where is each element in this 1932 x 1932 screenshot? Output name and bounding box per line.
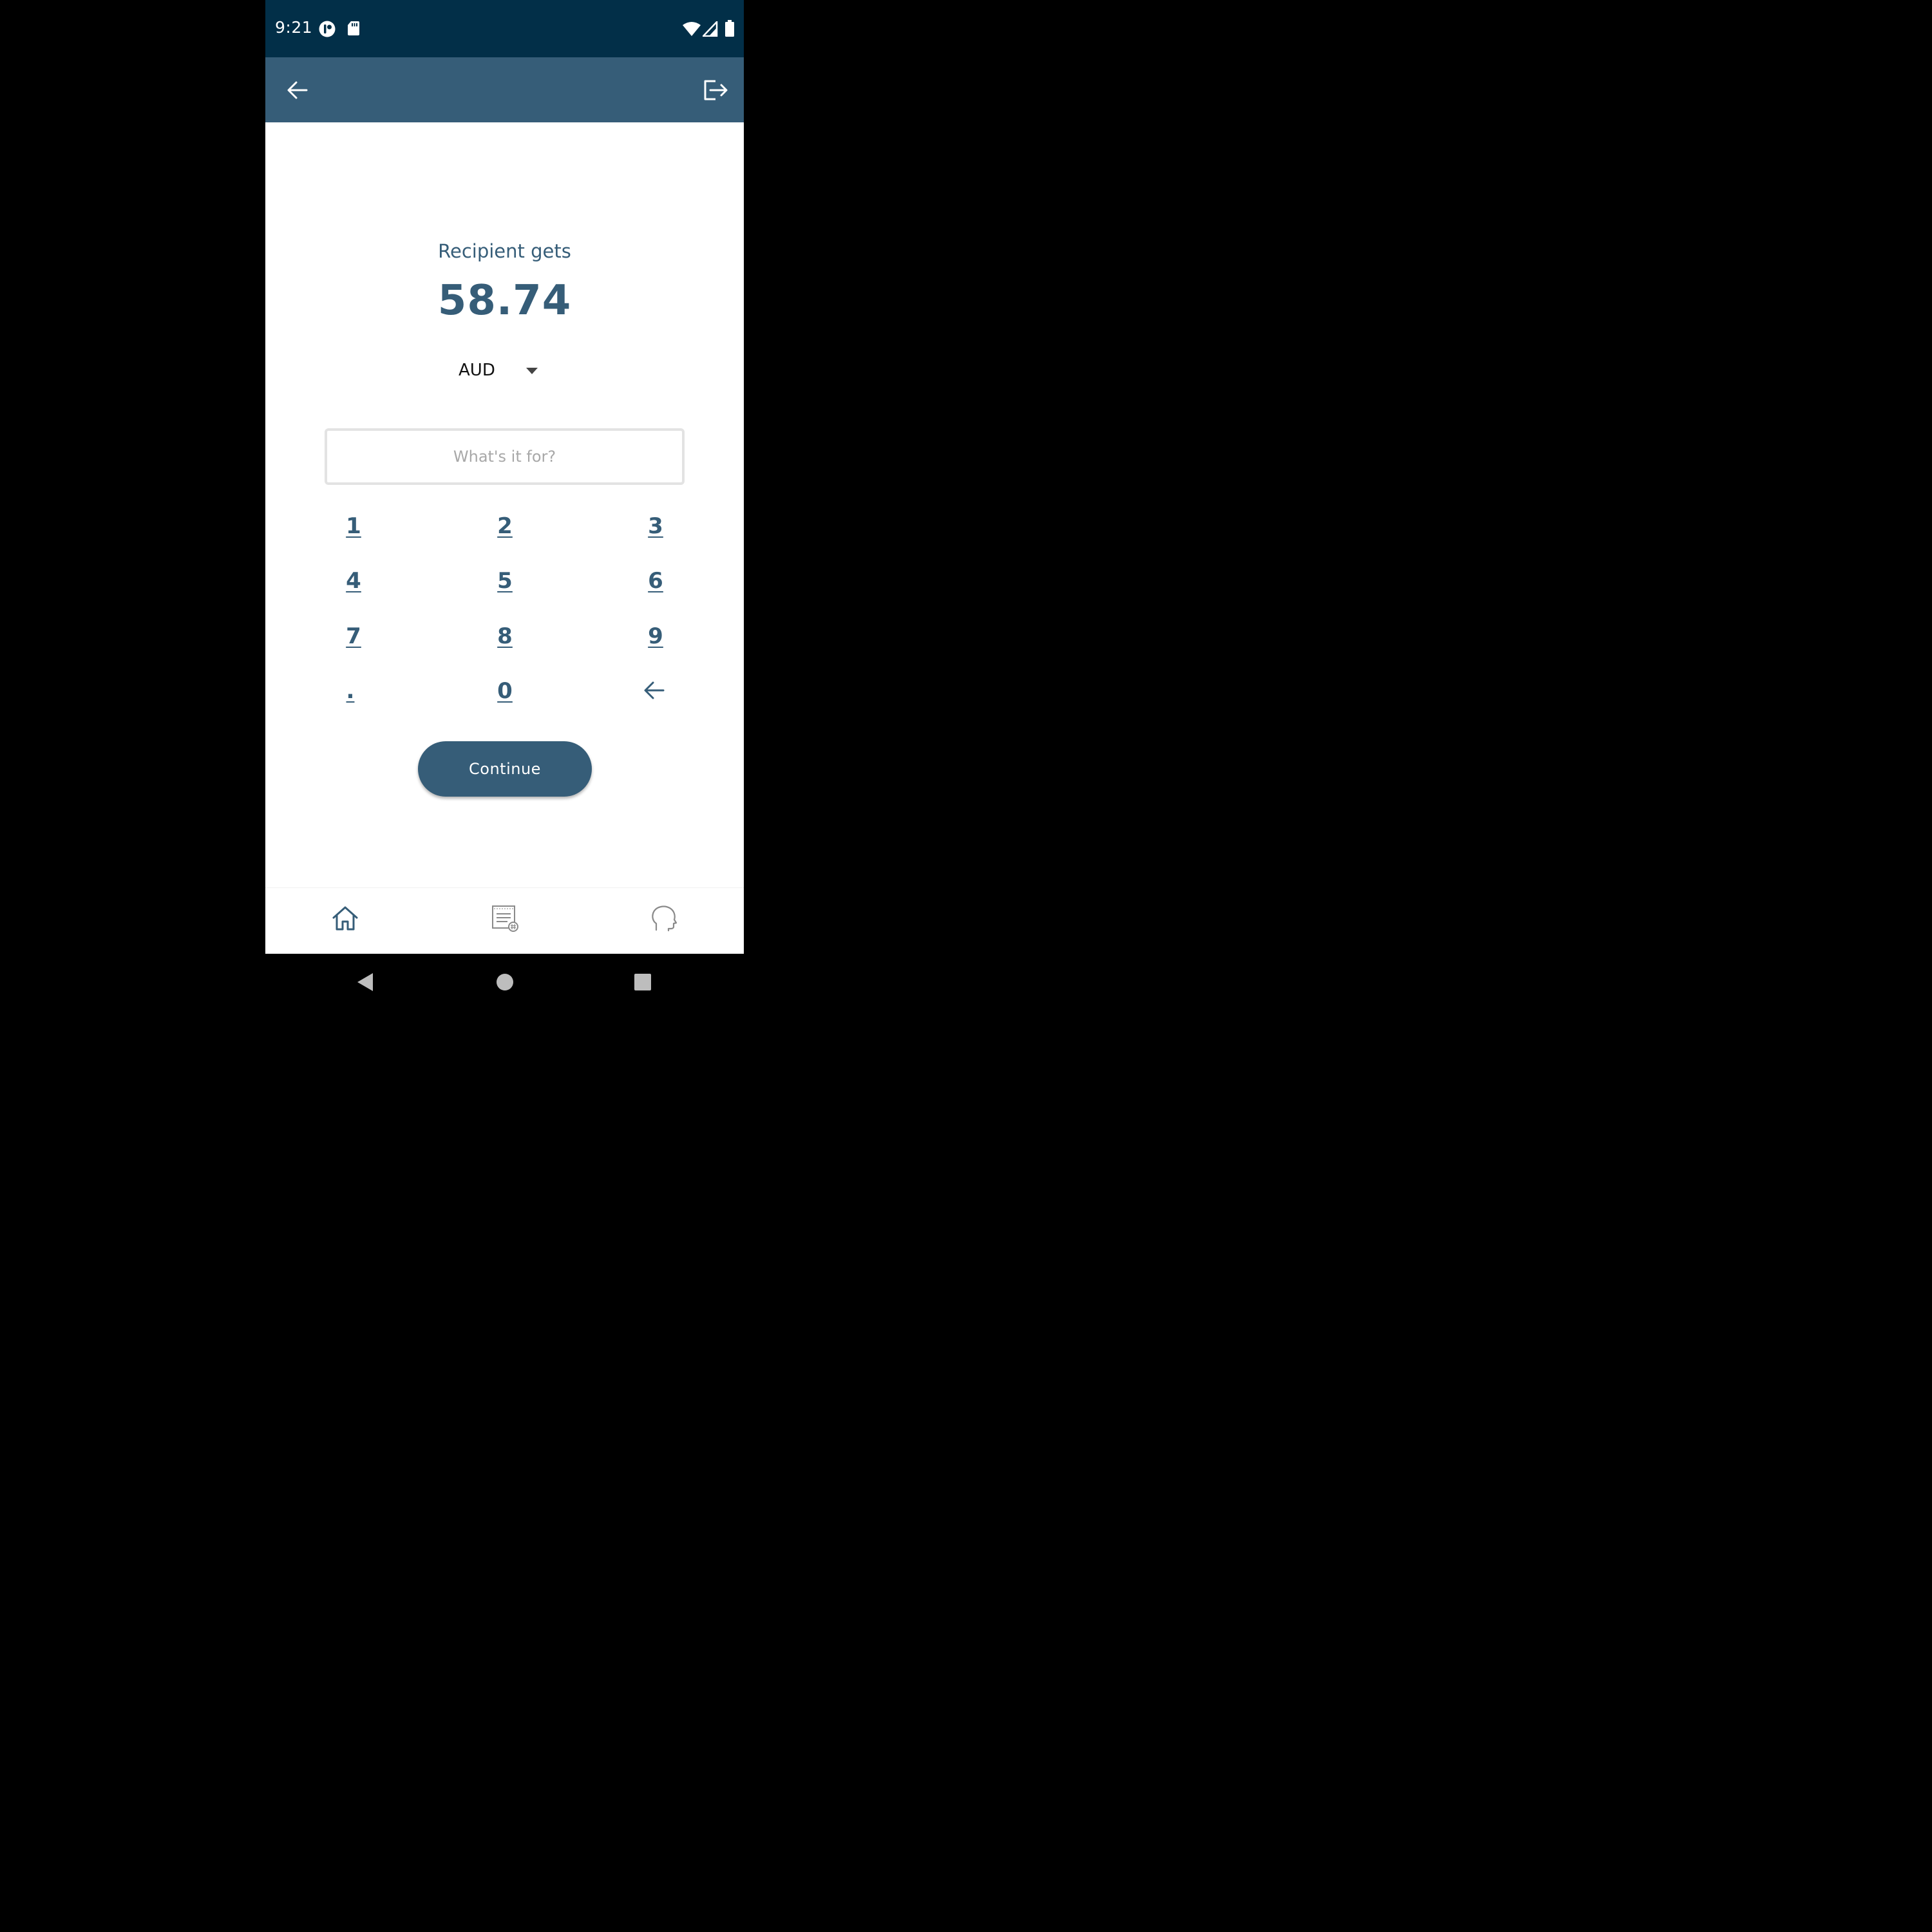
circle-home-icon	[497, 974, 513, 990]
logout-icon	[704, 80, 728, 100]
bottom-navigation	[265, 887, 744, 954]
system-home-button[interactable]	[496, 973, 514, 994]
nav-transactions[interactable]	[482, 896, 527, 941]
sd-card-icon	[347, 21, 360, 39]
system-recents-button[interactable]	[634, 973, 652, 994]
battery-icon	[725, 20, 734, 39]
backspace-arrow-icon	[644, 681, 665, 699]
keypad-key-3[interactable]: 3	[617, 504, 694, 549]
currency-dropdown[interactable]: AUD	[452, 355, 549, 388]
memo-input[interactable]	[325, 428, 685, 485]
keypad-key-4[interactable]: 4	[315, 558, 392, 603]
status-bar: 9:21	[265, 0, 744, 57]
keypad-key-9[interactable]: 9	[617, 614, 694, 659]
logout-button[interactable]	[697, 71, 734, 109]
keypad-key-0[interactable]: 0	[466, 668, 544, 714]
keypad-key-6[interactable]: 6	[617, 558, 694, 603]
cell-signal-icon	[701, 19, 718, 39]
system-back-button[interactable]	[355, 972, 375, 995]
recipient-gets-label: Recipient gets	[438, 240, 571, 262]
notification-app-icon	[319, 21, 336, 40]
transactions-icon	[492, 905, 518, 932]
arrow-left-icon	[287, 81, 308, 99]
nav-support[interactable]	[641, 896, 687, 941]
triangle-back-icon	[357, 973, 373, 991]
home-icon	[332, 906, 358, 931]
square-recents-icon	[634, 974, 651, 990]
phone-screen: 9:21 Recipient gets 58.74 AUD What's it …	[265, 0, 744, 1010]
keypad-key-2[interactable]: 2	[466, 504, 544, 549]
transfer-amount-screen: Recipient gets 58.74 AUD 1 2 3 4 5 6 7 8…	[265, 122, 744, 887]
continue-button[interactable]: Continue	[418, 741, 592, 797]
system-navigation-bar	[265, 954, 744, 1010]
keypad-key-8[interactable]: 8	[466, 614, 544, 659]
caret-down-icon	[526, 368, 538, 374]
keypad-key-decimal[interactable]: .	[312, 668, 389, 714]
support-icon	[652, 905, 677, 932]
keypad-key-1[interactable]: 1	[315, 504, 392, 549]
app-bar	[265, 57, 744, 122]
back-button[interactable]	[279, 71, 316, 109]
wifi-icon	[682, 21, 701, 39]
keypad-key-7[interactable]: 7	[315, 614, 392, 659]
keypad-key-5[interactable]: 5	[466, 558, 544, 603]
amount-display: 58.74	[437, 277, 572, 325]
status-time: 9:21	[275, 18, 313, 37]
currency-value: AUD	[459, 361, 495, 380]
keypad-backspace-button[interactable]	[616, 668, 693, 713]
nav-home[interactable]	[323, 896, 368, 941]
